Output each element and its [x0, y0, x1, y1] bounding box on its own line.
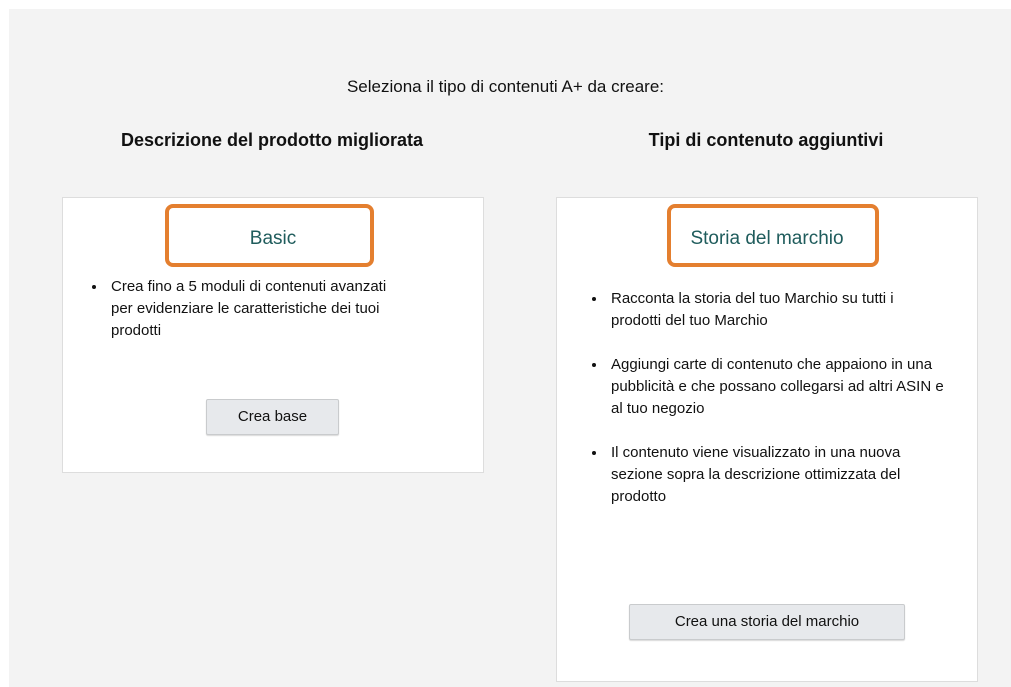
basic-feature-list: Crea fino a 5 moduli di contenuti avanza… — [85, 276, 407, 342]
basic-card: Basic Crea fino a 5 moduli di contenuti … — [62, 197, 484, 473]
list-item: Racconta la storia del tuo Marchio su tu… — [607, 288, 947, 332]
create-basic-button[interactable]: Crea base — [206, 399, 339, 435]
selection-prompt: Seleziona il tipo di contenuti A+ da cre… — [346, 77, 665, 96]
list-item: Aggiungi carte di contenuto che appaiono… — [607, 354, 947, 420]
brand-story-card: Storia del marchio Racconta la storia de… — [556, 197, 978, 682]
brand-story-feature-list: Racconta la storia del tuo Marchio su tu… — [585, 288, 947, 508]
basic-card-title: Basic — [249, 228, 297, 249]
list-item: Il contenuto viene visualizzato in una n… — [607, 442, 947, 508]
additional-content-heading: Tipi di contenuto aggiuntivi — [648, 130, 884, 150]
list-item: Crea fino a 5 moduli di contenuti avanza… — [107, 276, 407, 342]
create-brand-story-button[interactable]: Crea una storia del marchio — [629, 604, 905, 640]
brand-story-card-title: Storia del marchio — [690, 228, 844, 249]
enhanced-description-heading: Descrizione del prodotto migliorata — [120, 130, 424, 150]
